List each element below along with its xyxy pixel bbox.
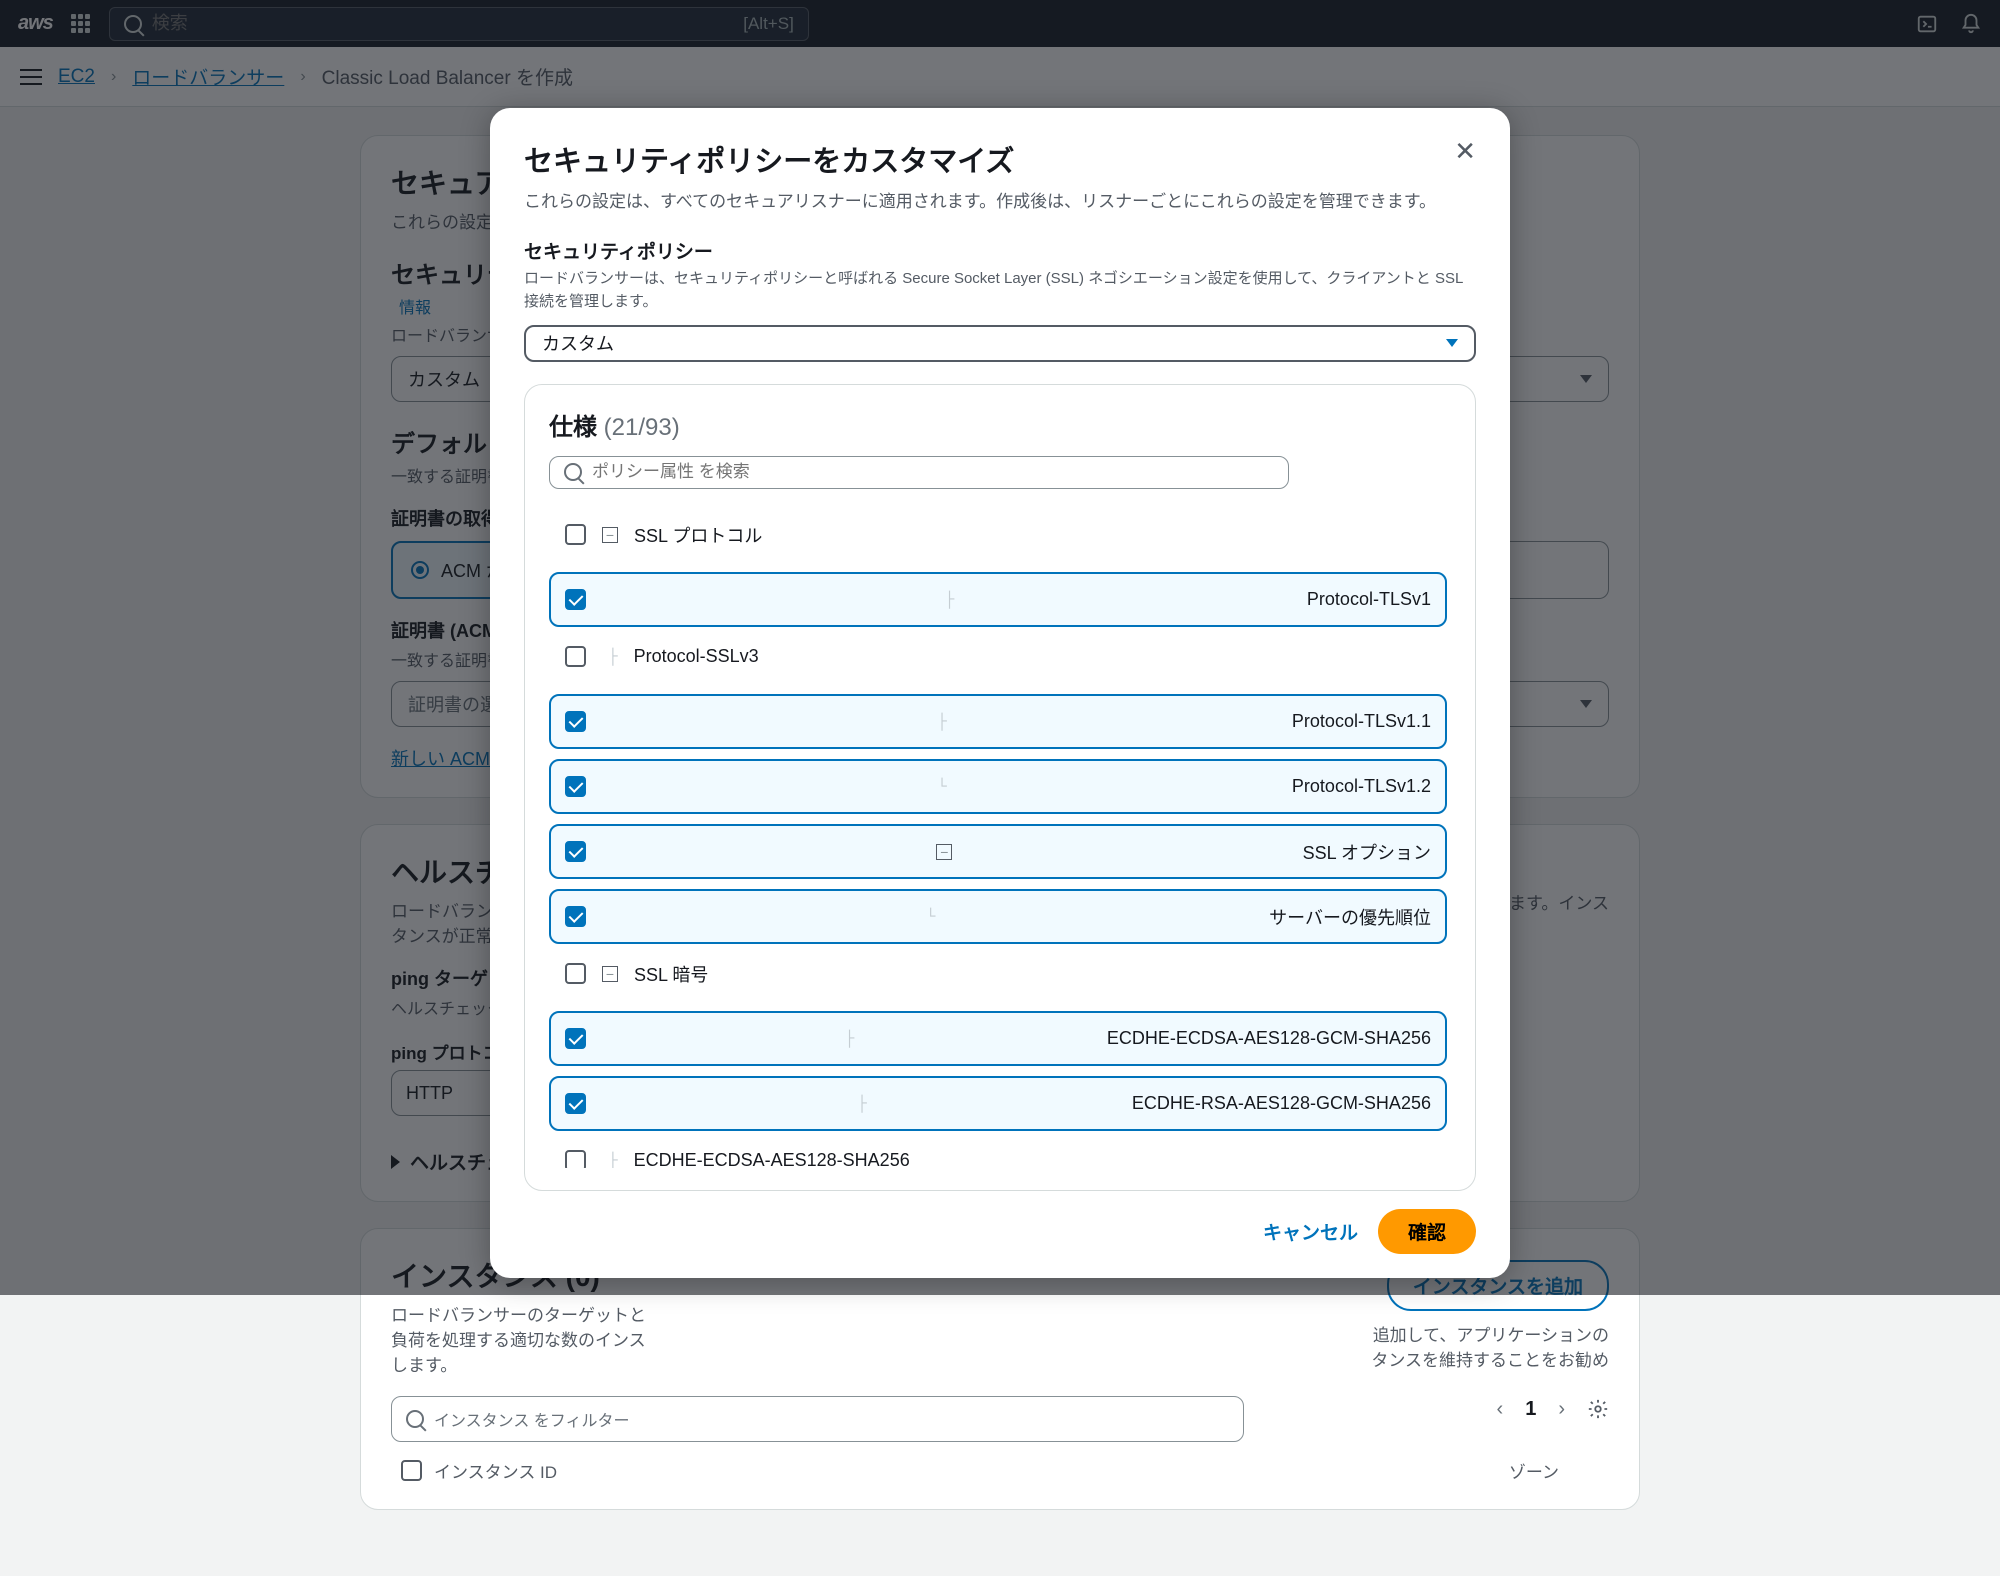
checkbox[interactable] <box>565 906 586 927</box>
spec-row-label: ECDHE-RSA-AES128-GCM-SHA256 <box>1132 1093 1431 1114</box>
spec-row[interactable]: ├ Protocol-SSLv3 <box>549 629 1447 684</box>
tree-branch-icon: ├ <box>845 1030 855 1048</box>
policy-select[interactable]: カスタム <box>524 325 1476 361</box>
spec-row-label: Protocol-TLSv1.2 <box>1292 776 1431 797</box>
confirm-button[interactable]: 確認 <box>1378 1209 1476 1254</box>
card-subtitle-right: 追加して、アプリケーションの <box>1371 1321 1609 1346</box>
page-number: 1 <box>1525 1398 1536 1421</box>
checkbox[interactable] <box>565 1150 586 1168</box>
spec-row[interactable]: −SSL 暗号 <box>549 946 1447 1001</box>
checkbox[interactable] <box>565 776 586 797</box>
spec-row[interactable]: └ サーバーの優先順位 <box>549 889 1447 944</box>
spec-search[interactable] <box>549 456 1289 490</box>
section-desc: ロードバランサーは、セキュリティポリシーと呼ばれる Secure Socket … <box>524 268 1476 313</box>
column-header: インスタンス ID <box>434 1458 557 1483</box>
spec-row-label: ECDHE-ECDSA-AES128-GCM-SHA256 <box>1107 1028 1431 1049</box>
modal-title: セキュリティポリシーをカスタマイズ <box>524 138 1014 180</box>
checkbox[interactable] <box>565 589 586 610</box>
tree-indent: ├ <box>602 648 618 666</box>
collapse-icon[interactable]: − <box>936 844 952 860</box>
spec-row-label: SSL 暗号 <box>634 961 708 987</box>
checkbox[interactable] <box>565 841 586 862</box>
spec-row-label: Protocol-TLSv1 <box>1307 589 1431 610</box>
tree-indent: − <box>602 527 618 543</box>
tree-indent: ├ <box>939 591 955 609</box>
tree-indent: └ <box>920 908 936 926</box>
spec-search-input[interactable] <box>592 462 1274 482</box>
spec-row[interactable]: ├ ECDHE-ECDSA-AES128-GCM-SHA256 <box>549 1011 1447 1066</box>
pagination: ‹ 1 › <box>1497 1398 1609 1421</box>
tree-branch-icon: ├ <box>608 648 618 666</box>
search-icon <box>406 1410 424 1428</box>
tree-branch-icon: ├ <box>857 1095 867 1113</box>
tree-indent: − <box>602 966 618 982</box>
spec-row[interactable]: └ Protocol-TLSv1.2 <box>549 759 1447 814</box>
tree-branch-icon: └ <box>937 778 947 796</box>
tree-indent: ├ <box>851 1095 867 1113</box>
next-page-button[interactable]: › <box>1558 1398 1565 1421</box>
close-icon[interactable]: ✕ <box>1454 138 1476 164</box>
spec-row[interactable]: −SSL プロトコル <box>549 507 1447 562</box>
spec-row[interactable]: ├ Protocol-TLSv1.1 <box>549 694 1447 749</box>
spec-row[interactable]: − SSL オプション <box>549 824 1447 879</box>
spec-row-label: ECDHE-ECDSA-AES128-SHA256 <box>634 1150 910 1168</box>
spec-row-label: SSL オプション <box>1303 839 1431 865</box>
select-all-checkbox[interactable] <box>401 1460 422 1481</box>
checkbox[interactable] <box>565 963 586 984</box>
tree-branch-icon: ├ <box>608 1152 618 1168</box>
checkbox[interactable] <box>565 1028 586 1049</box>
search-icon <box>564 463 582 481</box>
spec-row-label: サーバーの優先順位 <box>1269 904 1431 930</box>
checkbox[interactable] <box>565 524 586 545</box>
spec-title: 仕様 (21/93) <box>549 407 1451 442</box>
card-subtitle: 負荷を処理する適切な数のインス <box>391 1326 646 1351</box>
customize-policy-modal: セキュリティポリシーをカスタマイズ ✕ これらの設定は、すべてのセキュアリスナー… <box>490 108 1510 1278</box>
spec-row[interactable]: ├ ECDHE-RSA-AES128-GCM-SHA256 <box>549 1076 1447 1131</box>
tree-indent: ├ <box>602 1152 618 1168</box>
collapse-icon[interactable]: − <box>602 527 618 543</box>
cancel-button[interactable]: キャンセル <box>1263 1218 1358 1245</box>
settings-icon[interactable] <box>1587 1398 1609 1420</box>
instance-filter[interactable]: インスタンス をフィルター <box>391 1396 1244 1442</box>
tree-indent: ├ <box>839 1030 855 1048</box>
tree-branch-icon: ├ <box>937 713 947 731</box>
spec-row-label: SSL プロトコル <box>634 522 762 548</box>
checkbox[interactable] <box>565 711 586 732</box>
tree-indent: └ <box>931 778 947 796</box>
tree-branch-icon: └ <box>926 908 936 926</box>
column-header: ゾーン <box>1509 1458 1559 1483</box>
tree-indent: ├ <box>931 713 947 731</box>
spec-row-label: Protocol-SSLv3 <box>634 646 759 667</box>
section-title: セキュリティポリシー <box>524 237 1476 264</box>
spec-panel: 仕様 (21/93) −SSL プロトコル├Protocol-TLSv1├Pro… <box>524 384 1476 1191</box>
card-subtitle: します。 <box>391 1351 646 1376</box>
tree-branch-icon: ├ <box>945 591 955 609</box>
modal-subtitle: これらの設定は、すべてのセキュアリスナーに適用されます。作成後は、リスナーごとに… <box>524 188 1476 215</box>
collapse-icon[interactable]: − <box>602 966 618 982</box>
prev-page-button[interactable]: ‹ <box>1497 1398 1504 1421</box>
checkbox[interactable] <box>565 646 586 667</box>
card-subtitle: ロードバランサーのターゲットと <box>391 1301 646 1326</box>
tree-indent: − <box>936 844 952 860</box>
spec-row[interactable]: ├ Protocol-TLSv1 <box>549 572 1447 627</box>
checkbox[interactable] <box>565 1093 586 1114</box>
spec-row[interactable]: ├ ECDHE-ECDSA-AES128-SHA256 <box>549 1133 1447 1168</box>
spec-row-label: Protocol-TLSv1.1 <box>1292 711 1431 732</box>
card-subtitle-right: タンスを維持することをお勧め <box>1371 1346 1609 1371</box>
caret-down-icon <box>1446 339 1458 347</box>
spec-list: −SSL プロトコル├Protocol-TLSv1├Protocol-SSLv3… <box>549 507 1451 1168</box>
